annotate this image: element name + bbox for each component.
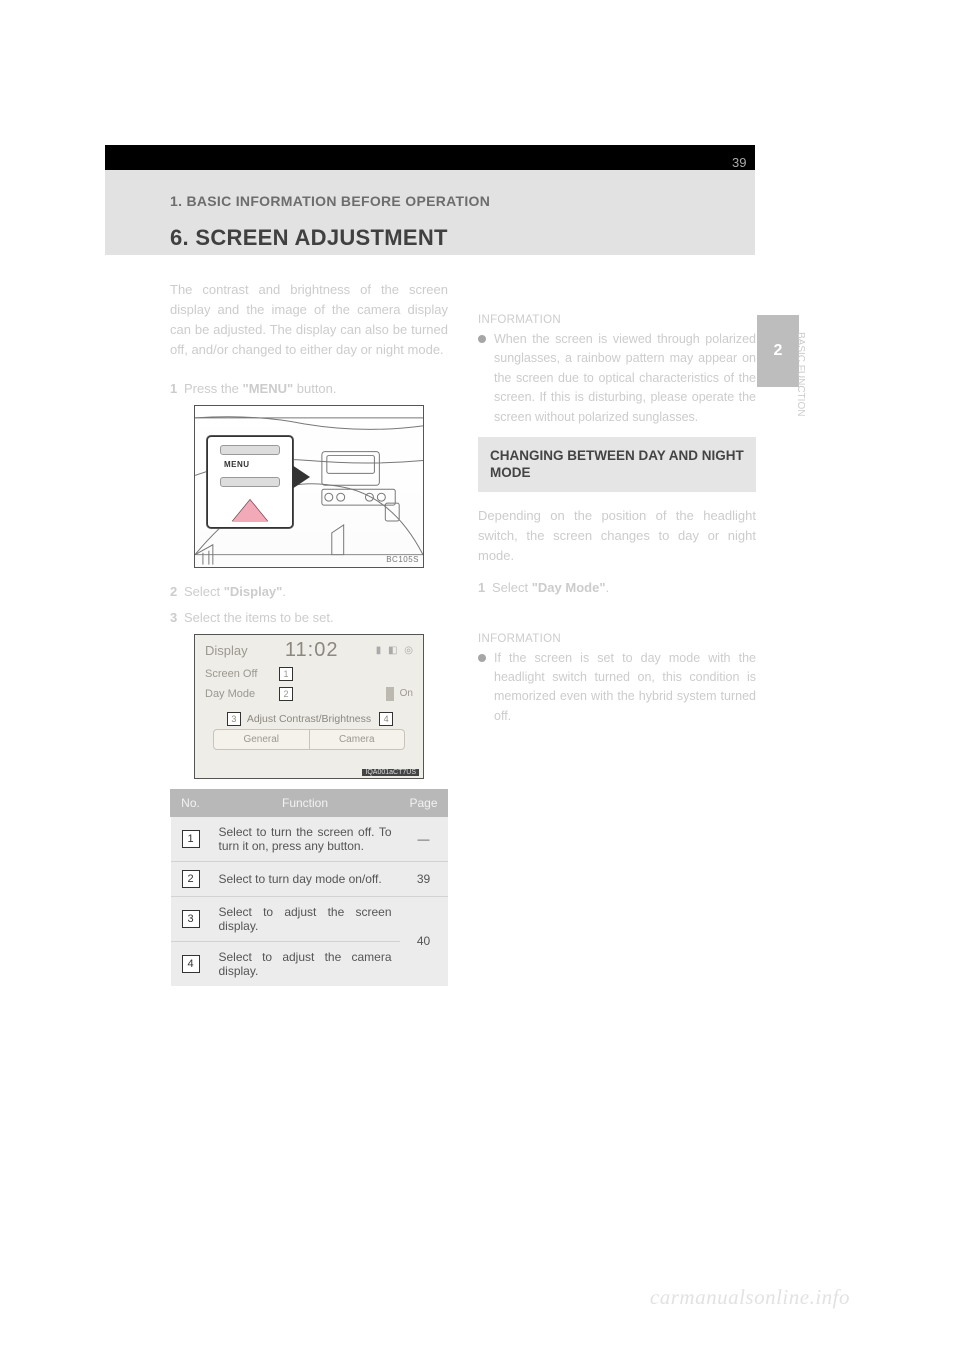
figure-2-code: IQA001aCT7US bbox=[362, 769, 419, 776]
row2-page: 39 bbox=[400, 861, 448, 896]
row1-page: — bbox=[400, 816, 448, 861]
table-row: 2 Select to turn day mode on/off. 39 bbox=[171, 861, 448, 896]
side-tab: 2 bbox=[757, 315, 799, 387]
table-row: 1 Select to turn the screen off. To turn… bbox=[171, 816, 448, 861]
information-label: INFORMATION bbox=[478, 314, 756, 326]
step-2-text-a: Select bbox=[184, 584, 224, 599]
square-1-icon: 1 bbox=[182, 830, 200, 848]
callout-menu-label: MENU bbox=[224, 460, 292, 469]
watermark: carmanualsonline.info bbox=[650, 1285, 850, 1310]
row2-func: Select to turn day mode on/off. bbox=[211, 861, 400, 896]
dashboard-illustration: MENU BC105S bbox=[194, 405, 424, 568]
screenshot-contrast-row: 3 Adjust Contrast/Brightness 4 bbox=[195, 712, 423, 726]
left-column: The contrast and brightness of the scree… bbox=[170, 280, 448, 986]
th-page: Page bbox=[400, 789, 448, 816]
step-3-number: 3 bbox=[170, 608, 184, 628]
step-1-number: 1 bbox=[170, 379, 184, 399]
row34-page: 40 bbox=[400, 896, 448, 986]
step-1: 1Press the "MENU" button. bbox=[170, 379, 448, 399]
step-3: 3Select the items to be set. bbox=[170, 608, 448, 628]
subheading-day-night: CHANGING BETWEEN DAY AND NIGHT MODE bbox=[478, 437, 756, 492]
marker-1-icon: 1 bbox=[279, 667, 293, 681]
step-2-text-b: . bbox=[282, 584, 286, 599]
screenshot-title: Display bbox=[205, 643, 248, 658]
row2-no: 2 bbox=[171, 861, 211, 896]
right-column: INFORMATION When the screen is viewed th… bbox=[478, 280, 756, 736]
right-step-1-bold: "Day Mode" bbox=[532, 580, 606, 595]
marker-3-icon: 3 bbox=[227, 712, 241, 726]
page-number: 39 bbox=[732, 155, 746, 170]
toggle-handle-icon bbox=[386, 687, 394, 701]
screenshot-clock: 11:02 bbox=[285, 639, 339, 662]
callout-pointer bbox=[291, 466, 308, 488]
row1-no: 1 bbox=[171, 816, 211, 861]
screen-off-label: Screen Off bbox=[205, 668, 277, 680]
step-1-bold: "MENU" bbox=[243, 381, 294, 396]
day-night-paragraph: Depending on the position of the headlig… bbox=[478, 506, 756, 566]
side-tab-label: BASIC FUNCTION bbox=[795, 332, 806, 346]
chapter-label: 1. BASIC INFORMATION BEFORE OPERATION bbox=[170, 193, 490, 209]
screenshot-row-screen-off: Screen Off 1 bbox=[195, 664, 423, 684]
screenshot-row-day-mode: Day Mode 2 On bbox=[195, 684, 423, 704]
row4-no: 4 bbox=[171, 941, 211, 986]
marker-2-icon: 2 bbox=[279, 687, 293, 701]
table-row: 3 Select to adjust the screen display. 4… bbox=[171, 896, 448, 941]
right-step-1: 1Select "Day Mode". bbox=[478, 578, 756, 598]
step-1-text-a: Press the bbox=[184, 381, 243, 396]
step-2: 2Select "Display". bbox=[170, 582, 448, 602]
intro-paragraph: The contrast and brightness of the scree… bbox=[170, 280, 448, 361]
contrast-brightness-label: Adjust Contrast/Brightness bbox=[247, 713, 371, 725]
function-table: No. Function Page 1 Select to turn the s… bbox=[170, 789, 448, 986]
marker-4-icon: 4 bbox=[379, 712, 393, 726]
step-1-text-b: button. bbox=[293, 381, 336, 396]
callout-arrow-icon bbox=[232, 500, 268, 522]
right-step-1-b: . bbox=[605, 580, 609, 595]
screenshot-tabs: General Camera bbox=[213, 729, 405, 750]
table-header-row: No. Function Page bbox=[171, 789, 448, 816]
display-settings-screenshot: Display 11:02 ▮ ◧ ◎ Screen Off 1 Day Mod… bbox=[194, 634, 424, 779]
row3-func: Select to adjust the screen display. bbox=[211, 896, 400, 941]
tab-general: General bbox=[213, 729, 310, 750]
info-bullet-memorized: If the screen is set to day mode with th… bbox=[478, 649, 756, 727]
callout-slot-menu bbox=[220, 477, 280, 487]
info-bullet-sunglasses: When the screen is viewed through polari… bbox=[478, 330, 756, 427]
step-2-bold: "Display" bbox=[224, 584, 283, 599]
square-2-icon: 2 bbox=[182, 870, 200, 888]
th-no: No. bbox=[171, 789, 211, 816]
row4-func: Select to adjust the camera display. bbox=[211, 941, 400, 986]
square-3-icon: 3 bbox=[182, 910, 200, 928]
screenshot-header: Display 11:02 ▮ ◧ ◎ bbox=[195, 635, 423, 664]
screenshot-status-icons: ▮ ◧ ◎ bbox=[376, 645, 415, 656]
day-mode-label: Day Mode bbox=[205, 688, 277, 700]
callout-slot-top bbox=[220, 445, 280, 455]
side-tab-number: 2 bbox=[774, 342, 783, 360]
menu-button-callout: MENU bbox=[207, 436, 293, 528]
th-function: Function bbox=[211, 789, 400, 816]
square-4-icon: 4 bbox=[182, 955, 200, 973]
toggle-on-text: On bbox=[400, 688, 413, 699]
right-step-1-number: 1 bbox=[478, 578, 492, 598]
right-step-1-a: Select bbox=[492, 580, 532, 595]
information-label-2: INFORMATION bbox=[478, 633, 756, 645]
row1-func: Select to turn the screen off. To turn i… bbox=[211, 816, 400, 861]
day-mode-toggle: On bbox=[386, 687, 413, 701]
section-title: 6. SCREEN ADJUSTMENT bbox=[170, 225, 448, 251]
step-3-text: Select the items to be set. bbox=[184, 610, 334, 625]
step-2-number: 2 bbox=[170, 582, 184, 602]
row3-no: 3 bbox=[171, 896, 211, 941]
figure-1-code: BC105S bbox=[386, 555, 419, 564]
tab-camera: Camera bbox=[310, 729, 406, 750]
